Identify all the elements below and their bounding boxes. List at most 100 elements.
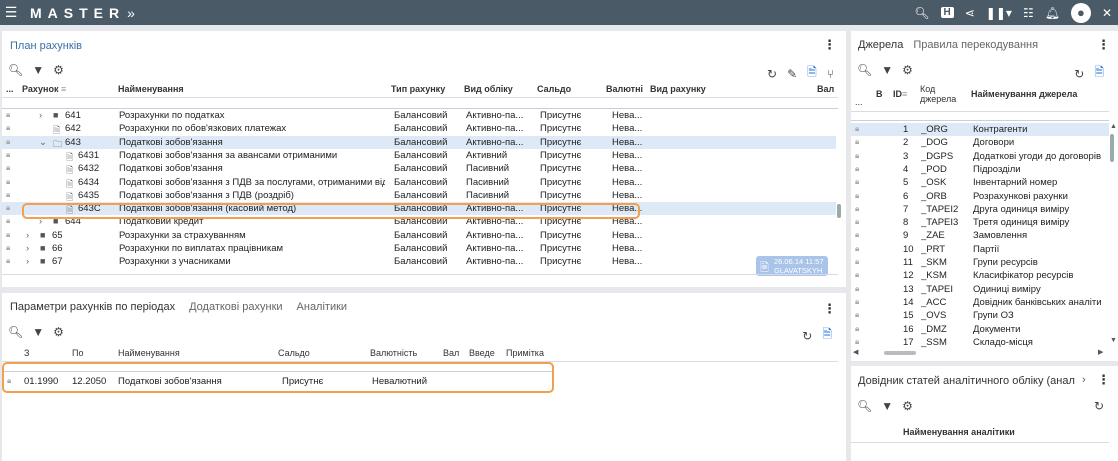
table-row[interactable]: 🔒︎ 🗎 6431 Податкові зобов'язання за авансам… [2,149,836,162]
refresh-icon[interactable]: ↻ [1074,67,1084,81]
col-header-source-name[interactable]: Найменування джерела [971,89,1077,99]
scroll-down-icon[interactable]: ▼ [1110,337,1117,344]
col-header-saldo[interactable]: Сальдо [537,84,571,94]
hierarchy-icon[interactable]: ⑂ [827,67,834,81]
table-row[interactable]: 🔒︎ 🗎 6432 Податкові зобов'язання Балансовий П… [2,162,836,175]
col-header-entered[interactable]: Введе [469,348,495,358]
sort-icon[interactable]: ≡ [902,89,907,99]
list-item[interactable]: 🔒︎ 4 _POD Підрозділи [851,163,1109,176]
avatar-icon[interactable]: ● [1070,2,1091,23]
pause-icon[interactable]: ❚❚▾ [986,6,1012,20]
list-item[interactable]: 🔒︎ 13 _TAPEI Одиниці виміру [851,283,1109,296]
col-header-id[interactable]: ID≡ [893,89,907,99]
chevron-right-icon[interactable]: › [39,110,42,121]
table-row[interactable]: 🔒︎ ⌄ 🗀 643 Податкові зобов'язання Балансовий А… [2,135,836,149]
col-header-b[interactable]: В [876,89,883,99]
list-item[interactable]: 🔒︎ 14 _ACC Довідник банківських аналіти [851,296,1109,309]
col-header-saldo[interactable]: Сальдо [278,348,310,358]
list-item[interactable]: 🔒︎ 6 _ORB Розрахункові рахунки [851,190,1109,203]
list-item[interactable]: 🔒︎ 1 _ORG Контрагенти [851,123,1109,136]
table-row[interactable]: 🔒︎ › ■ 67 Розрахунки з учасниками Балансовий А… [2,255,836,268]
table-row[interactable]: 🔒︎ › ■ 641 Розрахунки по податках Балансовий А… [2,109,836,122]
list-item[interactable]: 🔒︎ 17 _SSM Складо-місця [851,336,1109,349]
scroll-right-icon[interactable]: ▶ [1098,348,1103,356]
expand-chevron-icon[interactable]: » [127,5,135,21]
col-header-val[interactable]: Вал [817,84,834,94]
gear-icon[interactable]: ⚙ [902,399,913,413]
refresh-icon[interactable]: ↻ [1094,399,1104,413]
col-header-type[interactable]: Тип рахунку [391,84,445,94]
list-item[interactable]: 🔒︎ 11 _SKM Групи ресурсів [851,256,1109,269]
col-header-more[interactable]: ... [855,97,863,107]
col-header-analytics-name[interactable]: Найменування аналітики [903,427,1015,437]
vertical-scrollbar[interactable] [837,204,841,218]
list-item[interactable]: 🔒︎ 10 _PRT Партії [851,243,1109,256]
kebab-menu-icon[interactable]: ⋮ [823,37,836,53]
chevron-right-icon[interactable]: › [26,243,29,254]
search-icon[interactable]: 🔍︎ [914,6,929,20]
chevron-down-icon[interactable]: ⌄ [39,137,47,148]
filter-icon[interactable]: ▼ [881,63,893,77]
col-header-currency[interactable]: Валютність [370,348,417,358]
refresh-icon[interactable]: ↻ [802,329,812,343]
col-header-name[interactable]: Найменування [118,84,184,94]
search-icon[interactable]: 🔍︎ [8,63,23,77]
col-header-code[interactable]: Код джерела [920,84,964,104]
kebab-menu-icon[interactable]: ⋮ [823,301,836,317]
filter-icon[interactable]: ▼ [32,63,44,77]
bell-icon[interactable]: 🔔︎ [1045,6,1060,20]
edit-icon[interactable]: ✎ [787,67,797,81]
table-row[interactable]: 🔒︎ › ■ 65 Розрахунки за страхуванням Балансов… [2,229,836,242]
table-row[interactable]: 🔒︎ › ■ 66 Розрахунки по виплатах працівникам… [2,242,836,255]
horizontal-scrollbar[interactable] [884,351,916,355]
list-item[interactable]: 🔒︎ 16 _DMZ Документи [851,323,1109,336]
col-header-to[interactable]: По [72,348,83,358]
list-item[interactable]: 🔒︎ 5 _OSK Інвентарний номер [851,176,1109,189]
list-item[interactable]: 🔒︎ 12 _KSM Класифікатор ресурсів [851,269,1109,282]
col-header-val[interactable]: Вал [443,348,459,358]
share-icon[interactable]: ⋖ [965,6,975,20]
list-item[interactable]: 🔒︎ 7 _TAPEI2 Друга одиниця виміру [851,203,1109,216]
col-header-name[interactable]: Найменування [118,348,180,358]
list-icon[interactable]: ☷ [1023,6,1034,20]
close-icon[interactable]: ✕ [1102,6,1112,20]
col-header-account[interactable]: Рахунок ≡ [22,84,66,94]
refresh-icon[interactable]: ↻ [767,67,777,81]
tab-additional-accounts[interactable]: Додаткові рахунки [189,301,282,313]
table-row[interactable]: 🔒︎ 🗎 6434 Податкові зобов'язання з ПДВ за п… [2,176,836,189]
list-item[interactable]: 🔒︎ 3 _DGPS Додаткові угоди до договорів [851,150,1109,163]
tab-recoding-rules[interactable]: Правила перекодування [913,39,1038,51]
col-header-kind[interactable]: Вид обліку [464,84,513,94]
vertical-scrollbar[interactable] [1110,134,1114,162]
filter-icon[interactable]: ▼ [32,325,44,339]
filter-icon[interactable]: ▼ [881,399,893,413]
chevron-right-icon[interactable]: › [26,230,29,241]
tab-period-params[interactable]: Параметри рахунків по періодах [10,301,175,313]
document-icon[interactable]: 🗎 [822,325,832,346]
table-row[interactable]: 🔒︎ 🗎 6435 Податкові зобов'язання з ПДВ (роз… [2,189,836,202]
chevron-right-icon[interactable]: › [26,256,29,267]
search-icon[interactable]: 🔍︎ [857,399,872,413]
list-item[interactable]: 🔒︎ 2 _DOG Договори [851,136,1109,149]
scroll-up-icon[interactable]: ▲ [1110,123,1117,130]
list-item[interactable]: 🔒︎ 9 _ZAE Замовлення [851,229,1109,242]
kebab-menu-icon[interactable]: ⋮ [1097,372,1110,388]
document-icon[interactable]: 🗎 [1094,63,1104,84]
tab-analytics[interactable]: Аналітики [297,301,348,313]
sort-icon[interactable]: ≡ [61,84,66,94]
kebab-menu-icon[interactable]: ⋮ [1097,37,1110,53]
col-header-account-kind[interactable]: Вид рахунку [650,84,706,94]
chevron-right-icon[interactable]: › [1082,374,1086,386]
col-header-from[interactable]: З [24,348,29,358]
col-header-currency[interactable]: Валютні [606,84,643,94]
search-icon[interactable]: 🔍︎ [8,325,23,339]
col-header-more[interactable]: ... [6,84,14,94]
tab-sources[interactable]: Джерела [858,39,903,51]
h-icon[interactable]: H [940,7,954,18]
gear-icon[interactable]: ⚙ [53,63,64,77]
search-icon[interactable]: 🔍︎ [857,63,872,77]
document-icon[interactable]: 🗎 [807,63,817,84]
list-item[interactable]: 🔒︎ 15 _OVS Групи ОЗ [851,309,1109,322]
gear-icon[interactable]: ⚙ [53,325,64,339]
menu-icon[interactable]: ☰ [0,4,22,21]
